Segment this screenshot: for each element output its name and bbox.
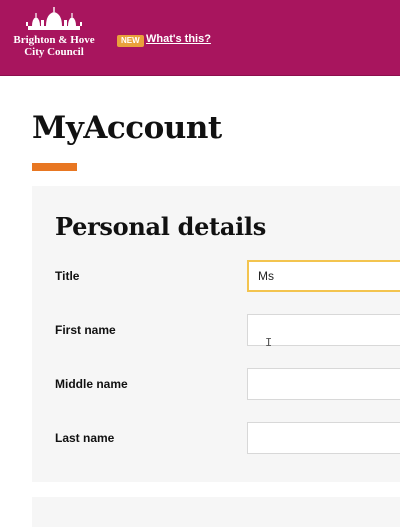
logo-line-1: Brighton & Hove — [13, 34, 95, 46]
section-heading: Personal details — [55, 212, 266, 241]
title-field[interactable] — [247, 260, 400, 292]
site-header: Brighton & Hove City Council NEW What's … — [0, 0, 400, 76]
title-label: Title — [55, 269, 80, 283]
next-section-panel — [32, 497, 400, 527]
page-title: MyAccount — [32, 110, 222, 146]
last-name-field[interactable] — [247, 422, 400, 454]
last-name-label: Last name — [55, 431, 115, 445]
title-accent-bar — [32, 163, 77, 171]
middle-name-field[interactable] — [247, 368, 400, 400]
new-badge: NEW — [117, 35, 144, 47]
whats-this-link[interactable]: What's this? — [146, 33, 211, 45]
council-logo[interactable]: Brighton & Hove City Council — [8, 6, 100, 68]
pavilion-icon — [26, 7, 82, 30]
text-cursor-icon: I — [265, 336, 273, 350]
logo-line-2: City Council — [24, 46, 84, 58]
middle-name-label: Middle name — [55, 377, 128, 391]
first-name-label: First name — [55, 323, 116, 337]
